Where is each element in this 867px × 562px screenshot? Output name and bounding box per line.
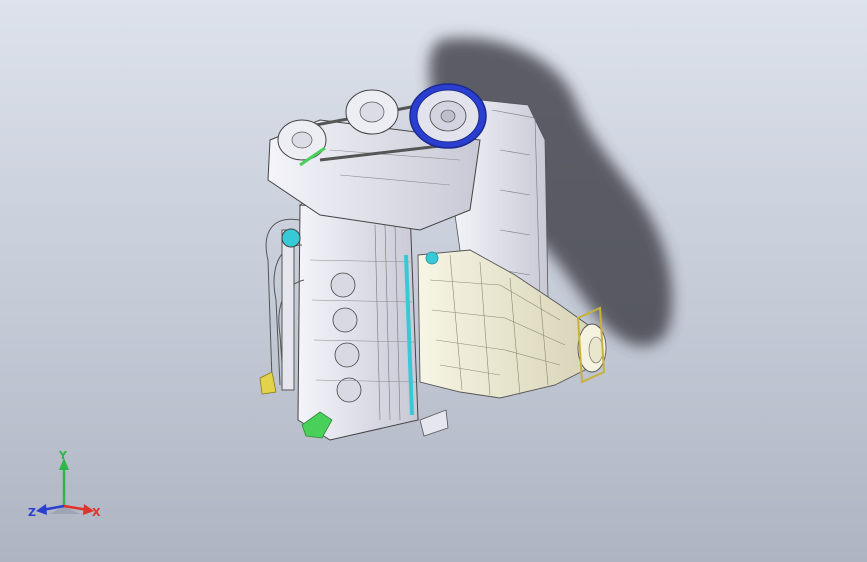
alternator-pulley[interactable]: [345, 89, 399, 135]
z-axis-arrow: [36, 504, 47, 515]
y-axis-label: Y: [58, 449, 68, 462]
oil-fitting[interactable]: [419, 409, 449, 437]
crank-pulley[interactable]: [409, 83, 487, 149]
graphics-viewport[interactable]: Y X Z: [0, 0, 867, 562]
x-axis-label: X: [92, 506, 101, 519]
z-axis-label: Z: [28, 506, 36, 519]
sensor-bracket[interactable]: [259, 371, 277, 395]
coordinate-triad[interactable]: Y X Z: [24, 448, 108, 524]
engine-model-view[interactable]: [0, 0, 867, 562]
